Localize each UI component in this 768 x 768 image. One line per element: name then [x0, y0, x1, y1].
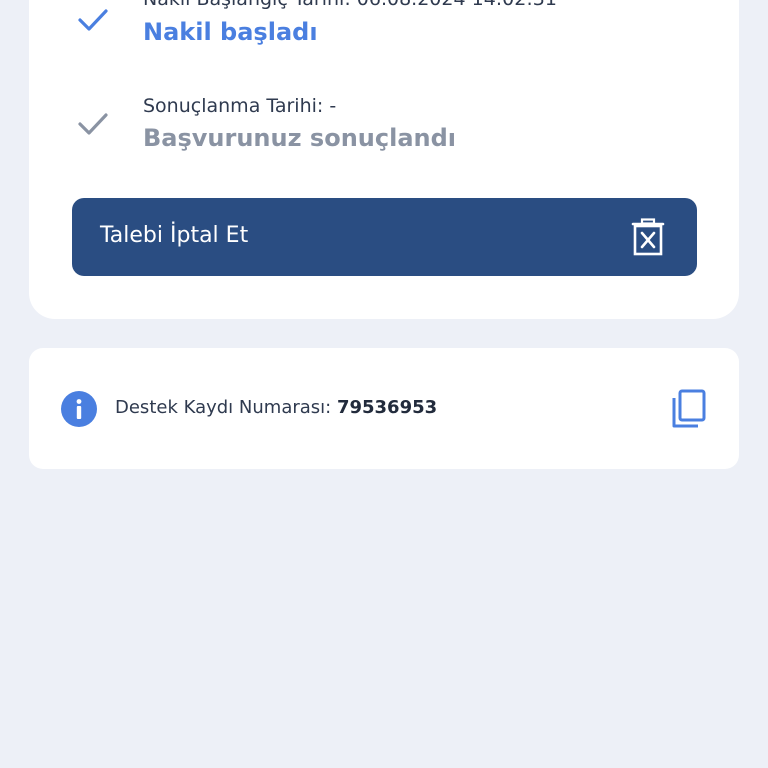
- step-date: Sonuçlanma Tarihi: -: [143, 95, 337, 117]
- support-record-text: Destek Kaydı Numarası: 79536953: [115, 397, 437, 418]
- status-card: Nakil Başlangıç Tarihi: 06.08.2024 14:02…: [29, 0, 739, 319]
- copy-icon[interactable]: [670, 389, 706, 429]
- page: Nakil Başlangıç Tarihi: 06.08.2024 14:02…: [0, 0, 768, 768]
- support-record-number: 79536953: [336, 397, 438, 418]
- step-title: Nakil başladı: [143, 18, 318, 46]
- info-icon: [61, 391, 97, 427]
- trash-x-icon: [631, 218, 665, 256]
- cancel-request-button[interactable]: Talebi İptal Et: [72, 198, 697, 276]
- cancel-request-label: Talebi İptal Et: [100, 223, 249, 248]
- step-title: Başvurunuz sonuçlandı: [143, 124, 457, 152]
- support-record-label: Destek Kaydı Numarası:: [115, 397, 337, 418]
- check-icon: [78, 9, 108, 31]
- check-icon: [78, 113, 108, 135]
- support-record-card: Destek Kaydı Numarası: 79536953: [29, 348, 739, 469]
- step-date: Nakil Başlangıç Tarihi: 06.08.2024 14:02…: [143, 0, 557, 10]
